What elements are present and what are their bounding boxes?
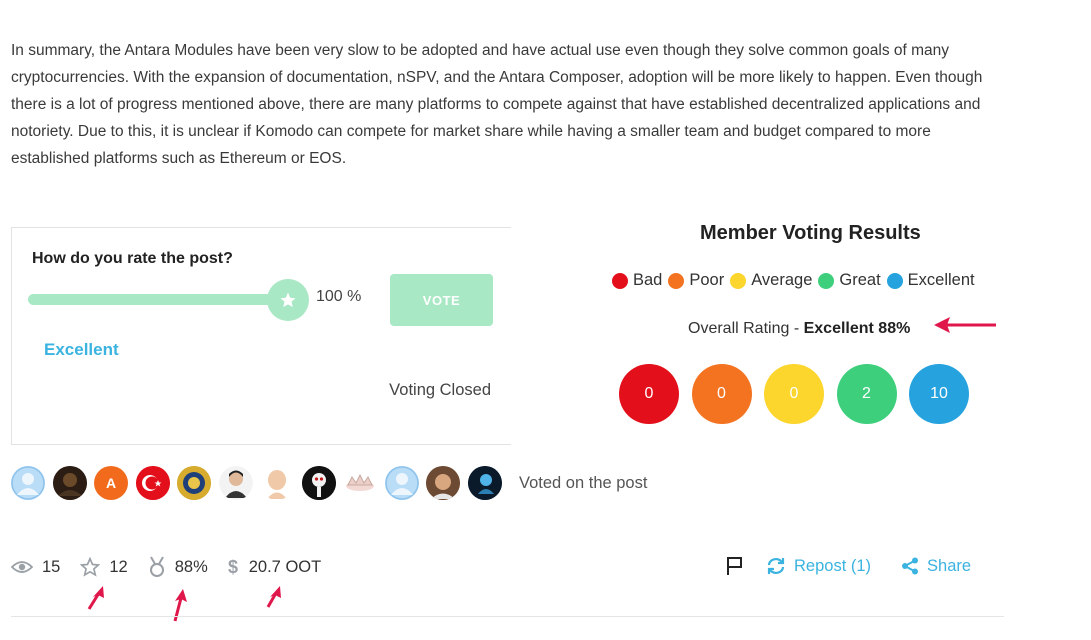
voter-avatar[interactable] xyxy=(177,466,211,500)
person-avatar-icon xyxy=(218,466,253,500)
views-stat: 15 xyxy=(11,558,60,577)
rating-selected-label: Excellent xyxy=(44,340,119,359)
annotation-arrow-icon xyxy=(87,586,104,610)
voting-results-title: Member Voting Results xyxy=(700,222,921,244)
voter-avatar[interactable] xyxy=(218,466,253,500)
count-circle-bad: 0 xyxy=(619,364,679,424)
voter-avatar[interactable] xyxy=(426,466,460,500)
rating-slider-value: 100 % xyxy=(316,288,362,305)
flag-avatar-icon xyxy=(135,466,170,500)
repost-icon xyxy=(767,558,785,574)
voter-avatar[interactable] xyxy=(343,466,377,500)
rating-panel: How do you rate the post? 100 % VOTE Exc… xyxy=(11,227,511,445)
repost-button[interactable]: Repost (1) xyxy=(766,557,871,576)
legend-item-excellent: Excellent xyxy=(886,271,975,290)
legend-dot-poor xyxy=(668,272,685,289)
flag-icon[interactable] xyxy=(726,556,744,576)
annotation-arrow-icon xyxy=(934,317,996,333)
dark-avatar-icon xyxy=(52,466,87,500)
mask-avatar-icon xyxy=(301,466,336,500)
share-icon xyxy=(902,557,919,575)
default-avatar-icon xyxy=(384,466,419,500)
legend-label: Bad xyxy=(633,271,663,289)
medal-icon xyxy=(149,556,164,577)
legend-dot-bad xyxy=(612,272,628,289)
bald-avatar-icon xyxy=(260,466,294,500)
legend-item-great: Great xyxy=(818,271,881,290)
voter-avatar[interactable] xyxy=(301,466,336,500)
count-circle-great: 2 xyxy=(836,364,897,424)
legend-label: Great xyxy=(839,271,881,289)
share-button[interactable]: Share xyxy=(901,557,971,576)
voter-avatar[interactable] xyxy=(135,466,170,500)
voter-initial: A xyxy=(105,475,117,491)
score-value: 88% xyxy=(174,557,208,576)
eye-icon xyxy=(11,561,33,573)
rating-question: How do you rate the post? xyxy=(32,250,233,267)
blue-avatar-icon xyxy=(467,466,502,500)
legend-item-bad: Bad xyxy=(612,271,662,290)
svg-text:$: $ xyxy=(228,557,238,577)
score-stat: 88% xyxy=(148,556,208,578)
voter-avatar[interactable] xyxy=(260,466,294,500)
legend-label: Average xyxy=(751,271,813,289)
stars-stat: 12 xyxy=(80,557,128,577)
crown-avatar-icon xyxy=(346,473,374,491)
legend-label: Excellent xyxy=(907,271,975,289)
voter-avatar[interactable]: A xyxy=(94,466,128,500)
star-outline-icon xyxy=(80,557,101,577)
legend-dot-average xyxy=(730,272,747,289)
repost-label: Repost (1) xyxy=(794,556,872,575)
earnings-stat: $ 20.7 OOT xyxy=(228,557,321,577)
stars-count: 12 xyxy=(109,557,128,576)
vote-button[interactable]: VOTE xyxy=(390,274,493,326)
share-label: Share xyxy=(927,556,972,575)
count-circle-excellent: 10 xyxy=(909,364,969,424)
count-circle-average: 0 xyxy=(764,364,824,424)
voter-avatar[interactable] xyxy=(384,466,419,500)
post-stats: 15 12 88% $ 20.7 OOT xyxy=(11,556,341,578)
views-count: 15 xyxy=(42,557,61,576)
legend-label: Poor xyxy=(689,271,725,289)
legend-item-poor: Poor xyxy=(668,271,724,290)
divider xyxy=(11,616,1004,617)
star-icon xyxy=(280,292,296,308)
kid-avatar-icon xyxy=(426,466,460,500)
voter-avatar[interactable] xyxy=(52,466,87,500)
overall-rating: Overall Rating - Excellent 88% xyxy=(688,320,910,338)
count-circle-poor: 0 xyxy=(691,364,752,424)
voter-avatar[interactable] xyxy=(11,466,45,500)
voters-row: A Voted on the post xyxy=(11,466,647,500)
voted-on-post-label: Voted on the post xyxy=(519,473,648,492)
legend-dot-great xyxy=(818,272,835,289)
dollar-icon: $ xyxy=(228,557,238,577)
post-actions: Repost (1) Share xyxy=(726,556,971,576)
voting-status: Voting Closed xyxy=(389,381,491,399)
overall-rating-prefix: Overall Rating - xyxy=(688,320,804,337)
results-legend: Bad Poor Average Great Excellent xyxy=(612,271,981,290)
earnings-value: 20.7 OOT xyxy=(248,557,322,576)
rating-slider-track[interactable] xyxy=(28,294,288,305)
post-summary-text: In summary, the Antara Modules have been… xyxy=(11,42,983,167)
default-avatar-icon xyxy=(11,466,45,500)
overall-rating-value: Excellent 88% xyxy=(803,320,911,337)
voter-avatar[interactable] xyxy=(467,466,502,500)
rating-slider-thumb[interactable] xyxy=(267,279,309,321)
annotation-arrow-icon xyxy=(266,586,281,608)
vote-count-circles: 0 0 0 2 10 xyxy=(619,364,982,424)
legend-item-average: Average xyxy=(730,271,812,290)
legend-dot-excellent xyxy=(886,272,903,289)
badge-avatar-icon xyxy=(177,466,211,500)
